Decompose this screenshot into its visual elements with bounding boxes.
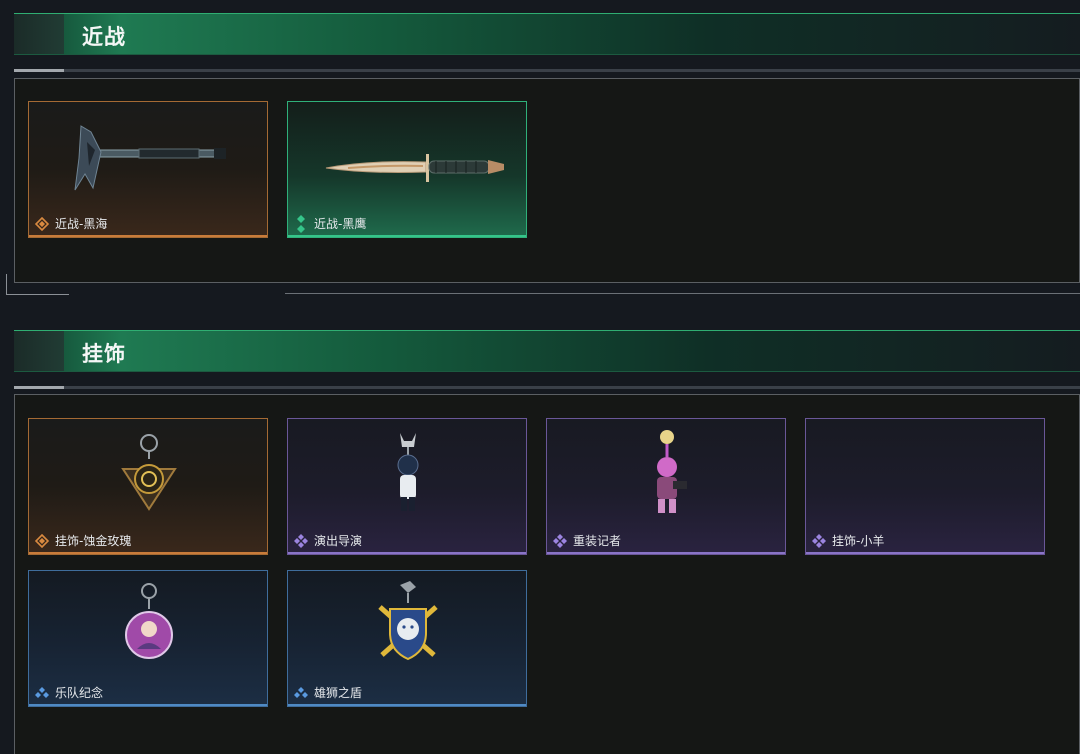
rarity-green-icon [297,215,305,233]
panel-extension-line [285,293,1080,294]
melee-panel: 近战-黑海 近战-黑鹰 [14,78,1080,283]
rarity-bar [288,552,526,554]
item-label: 挂饰-蚀金玫瑰 [55,534,132,548]
rose-charm-icon [121,434,177,511]
rarity-bar [806,552,1044,554]
item-label: 乐队纪念 [55,686,104,700]
header-tab-stub [14,14,64,54]
director-figure-icon [397,433,419,511]
rarity-bar [29,235,267,237]
item-card-melee-heihai[interactable]: 近战-黑海 [28,101,268,238]
item-card-charm-reporter[interactable]: 重装记者 [546,418,786,555]
item-label: 演出导演 [314,534,363,548]
rarity-bar [29,704,267,706]
knife-icon [325,154,504,182]
rarity-purple-icon [294,534,308,548]
header-tab-stub [14,331,64,371]
section-header-charms: 挂饰 [14,330,1080,372]
item-label: 近战-黑鹰 [314,217,367,231]
item-card-charm-lion-shield[interactable]: 雄狮之盾 [287,570,527,707]
item-label: 近战-黑海 [55,217,108,231]
item-card-charm-lamb[interactable]: 挂饰-小羊 [805,418,1045,555]
section-title: 挂饰 [82,342,126,366]
item-label: 雄狮之盾 [314,686,363,700]
axe-icon [74,125,226,191]
divider-accent [14,386,64,389]
rarity-bar [29,552,267,554]
item-label: 挂饰-小羊 [832,534,885,548]
item-card-charm-rose[interactable]: 挂饰-蚀金玫瑰 [28,418,268,555]
rarity-blue-icon [294,687,308,698]
rarity-orange-icon [35,217,49,231]
reporter-figure-icon [657,430,687,513]
band-badge-icon [125,583,173,659]
section-divider [14,386,1080,389]
panel-corner-bracket [6,274,69,295]
section-divider [14,69,1080,72]
section-title: 近战 [82,25,126,49]
divider-accent [14,69,64,72]
rarity-blue-icon [35,687,49,698]
rarity-purple-icon [553,534,567,548]
rarity-bar [288,704,526,706]
rarity-bar [288,235,526,237]
charms-panel: 挂饰-蚀金玫瑰 演出导演 重装记者 挂饰-小羊 乐队纪念 雄狮之盾 [14,394,1080,754]
item-card-charm-band[interactable]: 乐队纪念 [28,570,268,707]
item-card-melee-heiying[interactable]: 近战-黑鹰 [287,101,527,238]
item-card-charm-director[interactable]: 演出导演 [287,418,527,555]
section-header-melee: 近战 [14,13,1080,55]
lion-shield-icon [378,581,438,661]
rarity-bar [547,552,785,554]
rarity-orange-icon [35,534,49,548]
rarity-purple-icon [812,534,826,548]
item-label: 重装记者 [573,534,622,548]
